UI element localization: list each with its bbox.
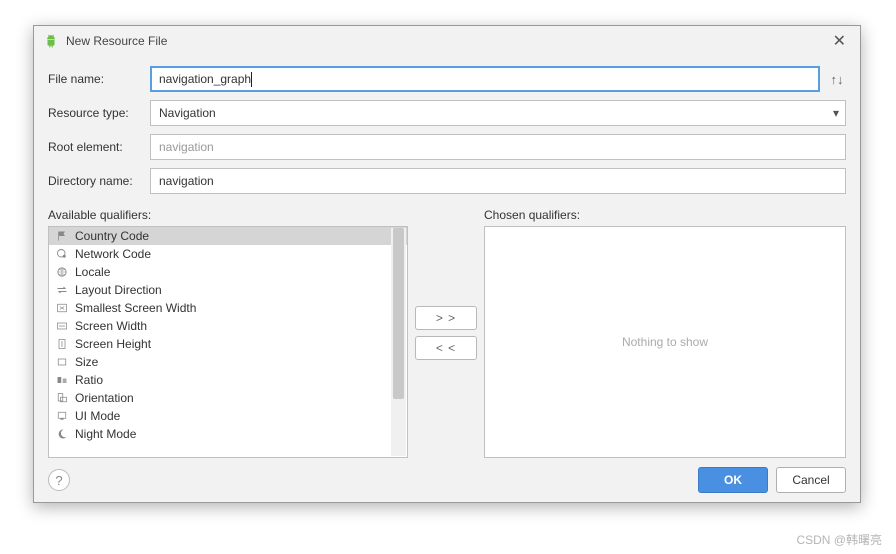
ui-icon xyxy=(55,409,69,423)
root-element-value: navigation xyxy=(159,140,214,154)
sw-icon xyxy=(55,301,69,315)
list-item[interactable]: Smallest Screen Width xyxy=(49,299,407,317)
new-resource-file-dialog: New Resource File ✕ File name: navigatio… xyxy=(33,25,861,503)
transfer-buttons: > > < < xyxy=(408,208,484,458)
swap-button[interactable]: ↑↓ xyxy=(828,72,846,87)
chevron-down-icon: ▾ xyxy=(833,106,839,120)
list-item-label: Size xyxy=(75,355,98,369)
row-directory-name: Directory name: navigation xyxy=(48,168,846,194)
row-root-element: Root element: navigation xyxy=(48,134,846,160)
directory-name-label: Directory name: xyxy=(48,174,150,188)
list-item-label: Screen Height xyxy=(75,337,151,351)
list-item[interactable]: Country Code xyxy=(49,227,407,245)
text-cursor xyxy=(251,72,252,87)
list-item-label: UI Mode xyxy=(75,409,120,423)
chosen-column: Chosen qualifiers: Nothing to show xyxy=(484,208,846,458)
rect-icon xyxy=(55,355,69,369)
resource-type-select[interactable]: Navigation ▾ xyxy=(150,100,846,126)
watermark: CSDN @韩曙亮 xyxy=(796,531,882,548)
add-qualifier-button[interactable]: > > xyxy=(415,306,477,330)
list-item-label: Orientation xyxy=(75,391,134,405)
list-item[interactable]: Size xyxy=(49,353,407,371)
titlebar: New Resource File ✕ xyxy=(34,26,860,56)
row-file-name: File name: navigation_graph ↑↓ xyxy=(48,66,846,92)
h-icon xyxy=(55,337,69,351)
resource-type-value: Navigation xyxy=(159,106,216,120)
directory-name-value: navigation xyxy=(159,174,214,188)
row-resource-type: Resource type: Navigation ▾ xyxy=(48,100,846,126)
list-item-label: Ratio xyxy=(75,373,103,387)
android-icon xyxy=(44,34,58,48)
directory-name-input[interactable]: navigation xyxy=(150,168,846,194)
w-icon xyxy=(55,319,69,333)
dialog-title: New Resource File xyxy=(66,34,829,48)
available-column: Available qualifiers: Country Code Networ… xyxy=(48,208,408,458)
list-item-label: Locale xyxy=(75,265,110,279)
moon-icon xyxy=(55,427,69,441)
resource-type-label: Resource type: xyxy=(48,106,150,120)
chosen-listbox[interactable]: Nothing to show xyxy=(484,226,846,458)
ok-button[interactable]: OK xyxy=(698,467,768,493)
list-item[interactable]: Ratio xyxy=(49,371,407,389)
help-button[interactable]: ? xyxy=(48,469,70,491)
dialog-footer: ? OK Cancel xyxy=(34,458,860,502)
qualifiers-section: Available qualifiers: Country Code Networ… xyxy=(48,208,846,458)
list-item-label: Country Code xyxy=(75,229,149,243)
list-item-label: Night Mode xyxy=(75,427,136,441)
list-item[interactable]: Screen Width xyxy=(49,317,407,335)
dialog-body: File name: navigation_graph ↑↓ Resource … xyxy=(34,56,860,458)
remove-qualifier-button[interactable]: < < xyxy=(415,336,477,360)
file-name-input[interactable]: navigation_graph xyxy=(150,66,820,92)
chosen-empty-text: Nothing to show xyxy=(622,335,708,349)
cancel-button[interactable]: Cancel xyxy=(776,467,846,493)
globe-icon xyxy=(55,265,69,279)
list-item-label: Screen Width xyxy=(75,319,147,333)
scrollbar-thumb[interactable] xyxy=(393,228,404,399)
scrollbar[interactable] xyxy=(391,228,406,456)
ratio-icon xyxy=(55,373,69,387)
list-item-label: Layout Direction xyxy=(75,283,162,297)
arrows-icon xyxy=(55,283,69,297)
list-item[interactable]: Layout Direction xyxy=(49,281,407,299)
list-item[interactable]: Night Mode xyxy=(49,425,407,443)
list-item[interactable]: Screen Height xyxy=(49,335,407,353)
list-item-label: Network Code xyxy=(75,247,151,261)
available-listbox[interactable]: Country Code Network Code Locale Layout Dir… xyxy=(48,226,408,458)
available-title: Available qualifiers: xyxy=(48,208,408,222)
list-item[interactable]: Locale xyxy=(49,263,407,281)
orient-icon xyxy=(55,391,69,405)
list-item-label: Smallest Screen Width xyxy=(75,301,196,315)
file-name-label: File name: xyxy=(48,72,150,86)
list-item[interactable]: UI Mode xyxy=(49,407,407,425)
file-name-value: navigation_graph xyxy=(159,72,251,86)
flag-icon xyxy=(55,229,69,243)
root-element-label: Root element: xyxy=(48,140,150,154)
chosen-title: Chosen qualifiers: xyxy=(484,208,846,222)
close-button[interactable]: ✕ xyxy=(829,31,850,51)
root-element-input[interactable]: navigation xyxy=(150,134,846,160)
globe-pin-icon xyxy=(55,247,69,261)
list-item[interactable]: Orientation xyxy=(49,389,407,407)
list-item[interactable]: Network Code xyxy=(49,245,407,263)
